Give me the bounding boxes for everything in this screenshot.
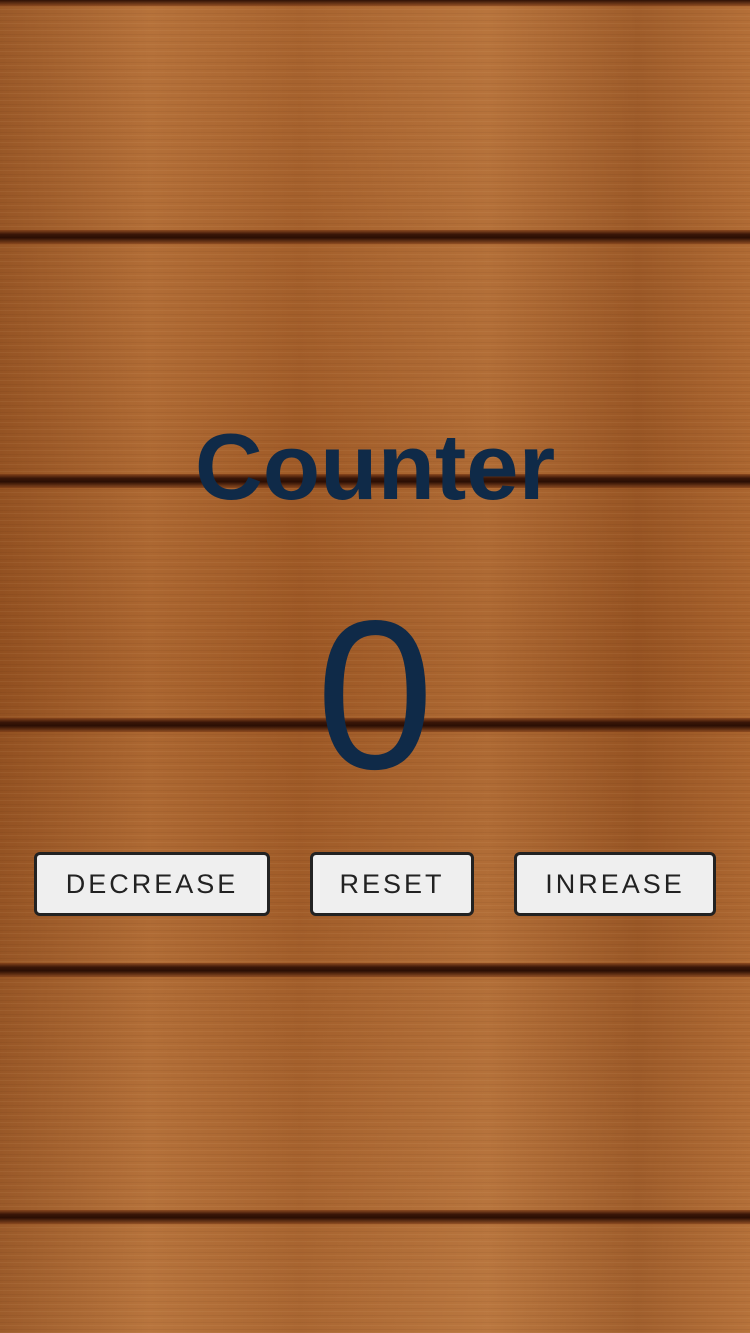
- reset-button[interactable]: RESET: [310, 852, 474, 916]
- page-title: Counter: [194, 414, 556, 519]
- decrease-button[interactable]: DECREASE: [34, 852, 270, 916]
- plank-divider: [0, 1210, 750, 1224]
- increase-button[interactable]: INREASE: [514, 852, 716, 916]
- plank-divider: [0, 230, 750, 244]
- counter-value: 0: [316, 576, 434, 813]
- plank-divider: [0, 0, 750, 6]
- plank-divider: [0, 963, 750, 977]
